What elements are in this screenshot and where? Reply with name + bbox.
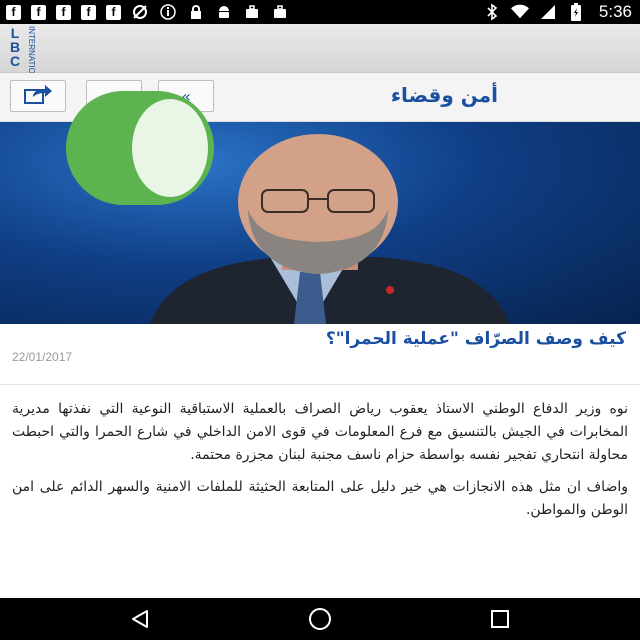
lbc-logo[interactable]: LBC INTERNATIONAL: [2, 24, 44, 90]
notification-icons: f f f f f: [6, 3, 289, 21]
article-body: نوه وزير الدفاع الوطني الاستاذ يعقوب ريا…: [12, 398, 628, 531]
no-location-icon: [131, 3, 149, 21]
home-icon[interactable]: [308, 607, 332, 631]
article-title: كيف وصف الصرّاف "عملية الحمرا"؟: [325, 329, 626, 349]
info-icon: [159, 3, 177, 21]
article-paragraph: واضاف ان مثل هذه الانجازات هي خير دليل ع…: [12, 479, 628, 518]
section-title: أمن وقضاء: [390, 83, 498, 107]
app-bar: LBC INTERNATIONAL: [0, 24, 640, 90]
navigation-bar: [0, 598, 640, 640]
signal-icon: [539, 3, 557, 21]
system-icons: 5:36: [483, 2, 632, 22]
toggle-knob[interactable]: [132, 99, 208, 197]
bluetooth-icon: [483, 3, 501, 21]
recents-icon[interactable]: [488, 607, 512, 631]
briefcase-icon: [243, 3, 261, 21]
facebook-icon: f: [31, 4, 46, 20]
share-icon: [23, 83, 53, 109]
wifi-icon: [510, 3, 529, 21]
clock: 5:36: [598, 2, 632, 21]
facebook-icon: f: [6, 4, 21, 20]
article-date: 22/01/2017: [12, 350, 73, 364]
facebook-icon: f: [56, 4, 71, 20]
battery-icon: [567, 3, 585, 21]
share-button[interactable]: [10, 80, 66, 112]
article-paragraph: نوه وزير الدفاع الوطني الاستاذ يعقوب ريا…: [12, 401, 628, 463]
divider: [0, 384, 640, 385]
floating-overlay-toggle[interactable]: [66, 91, 214, 205]
lock-icon: [187, 3, 205, 21]
facebook-icon: f: [106, 4, 121, 20]
android-icon: [215, 3, 233, 21]
status-bar: f f f f f 5:36: [0, 0, 640, 24]
logo-subtext: INTERNATIONAL: [27, 26, 36, 90]
facebook-icon: f: [81, 4, 96, 20]
briefcase-icon: [271, 3, 289, 21]
logo-text: LBC: [9, 25, 21, 69]
back-icon[interactable]: [128, 607, 152, 631]
